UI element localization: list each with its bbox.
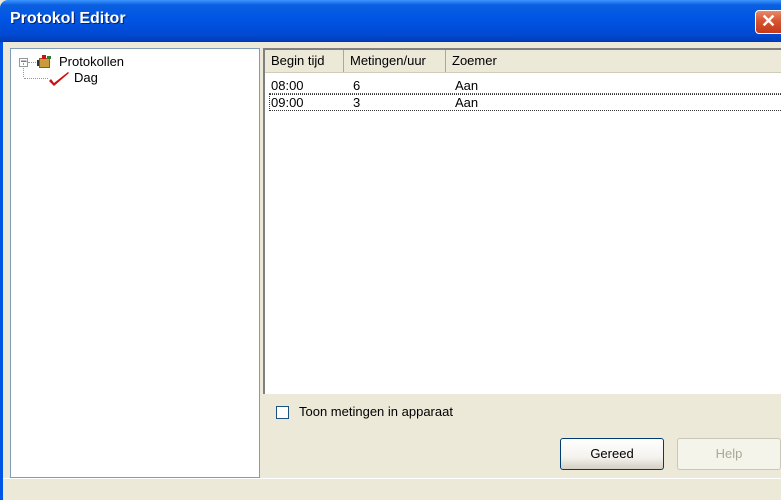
table-row[interactable]: 08:00 6 Aan	[269, 78, 781, 94]
window-title: Protokol Editor	[10, 10, 126, 27]
red-check-icon	[49, 72, 69, 86]
close-button[interactable]: ✕	[755, 10, 781, 34]
tree-item-label: Dag	[74, 70, 98, 85]
tree-item-dag[interactable]: Dag	[19, 70, 249, 89]
help-button[interactable]: Help	[677, 438, 781, 470]
column-header-metingen[interactable]: Metingen/uur	[344, 50, 446, 72]
protokol-editor-window: Protokol Editor ✕ − Protokollen Dag Begi…	[0, 0, 781, 500]
table-row[interactable]: 09:00 3 Aan	[269, 94, 781, 111]
show-measurements-label[interactable]: Toon metingen in apparaat	[299, 403, 453, 421]
status-bar	[3, 478, 781, 500]
window-frame-left	[0, 42, 3, 500]
title-bar[interactable]: Protokol Editor ✕	[0, 0, 781, 42]
cell-begin-tijd: 08:00	[271, 78, 304, 93]
cell-begin-tijd: 09:00	[271, 95, 304, 110]
done-button[interactable]: Gereed	[560, 438, 664, 470]
tree-item-protokollen[interactable]: − Protokollen	[19, 53, 249, 71]
list-header: Begin tijd Metingen/uur Zoemer	[265, 50, 781, 73]
schedule-list[interactable]: Begin tijd Metingen/uur Zoemer 08:00 6 A…	[263, 48, 781, 394]
cell-metingen: 3	[353, 95, 361, 110]
tree-connector	[24, 78, 48, 79]
column-header-begin-tijd[interactable]: Begin tijd	[265, 50, 344, 72]
cell-zoemer: Aan	[455, 95, 479, 110]
close-icon: ✕	[761, 11, 777, 31]
cell-zoemer: Aan	[455, 78, 479, 93]
protocol-folder-icon	[37, 55, 51, 68]
tree-connector	[28, 62, 36, 63]
column-header-zoemer[interactable]: Zoemer	[446, 50, 781, 72]
show-measurements-checkbox[interactable]	[276, 406, 289, 419]
cell-metingen: 6	[353, 78, 361, 93]
protocol-tree[interactable]: − Protokollen Dag	[10, 48, 260, 478]
